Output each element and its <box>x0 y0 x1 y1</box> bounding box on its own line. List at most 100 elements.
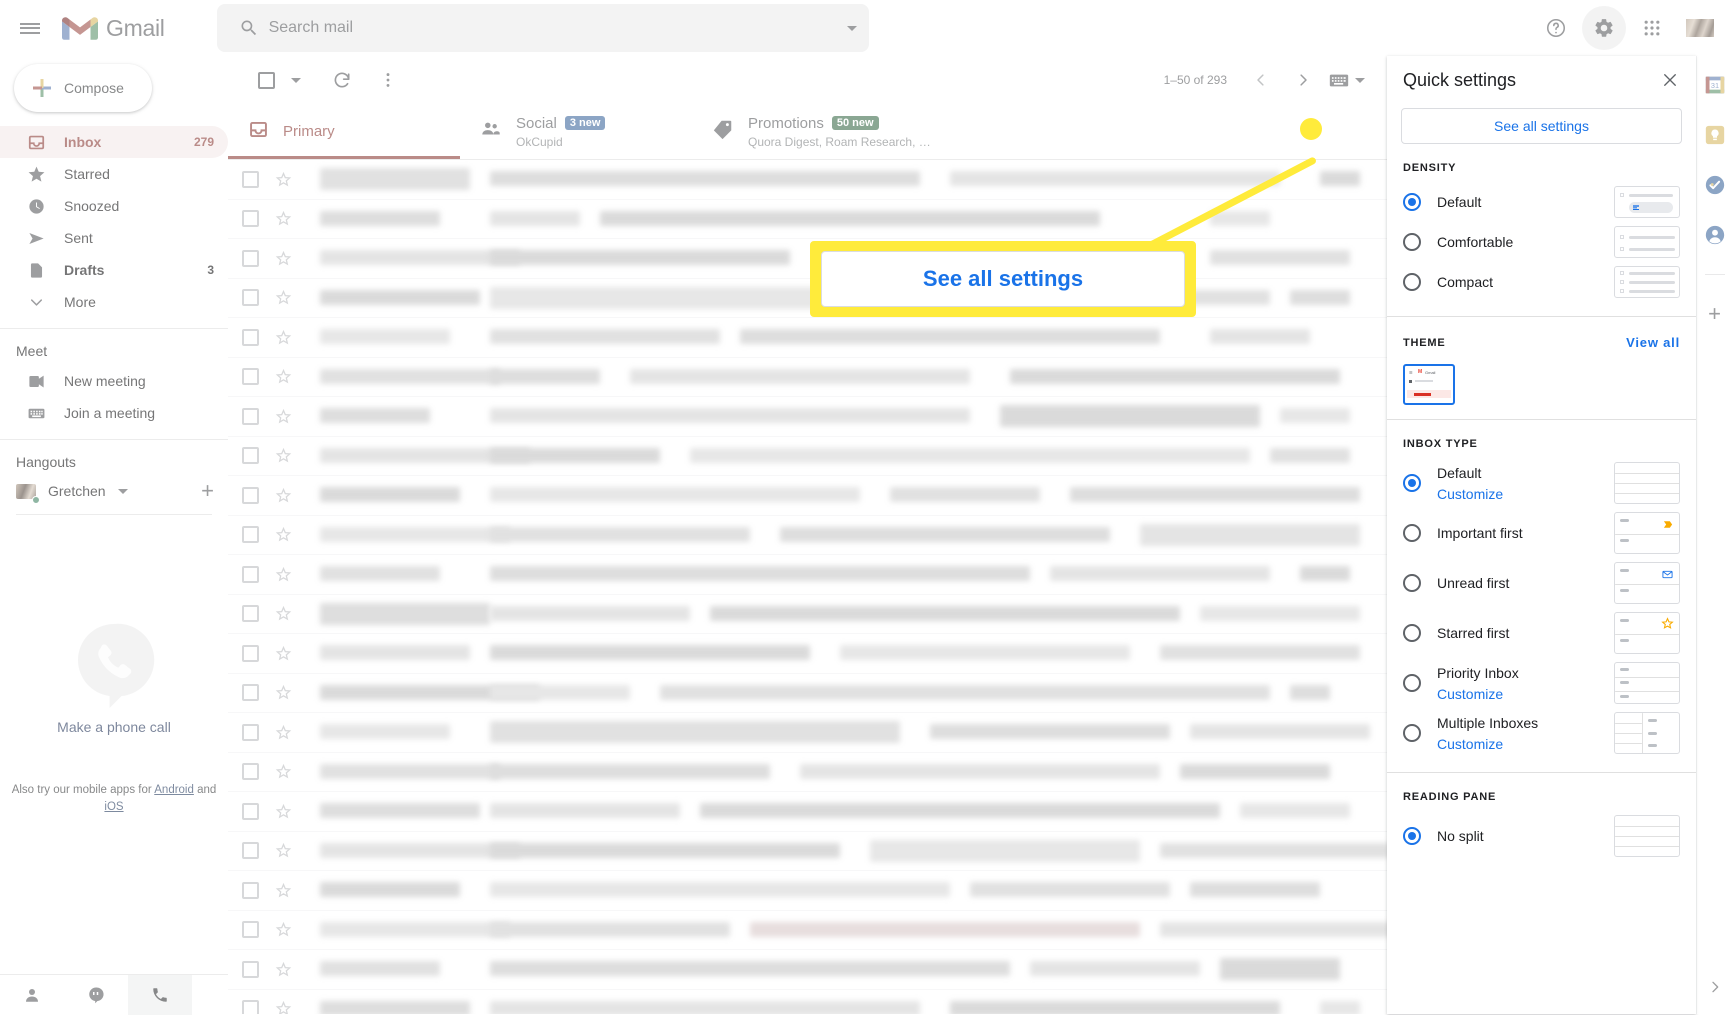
inbox-type-option-unread-first[interactable]: Unread first <box>1387 558 1696 608</box>
phone-icon[interactable] <box>128 975 192 1015</box>
hangouts-chevron-down-icon[interactable] <box>118 489 128 494</box>
chevron-right-icon[interactable] <box>1707 979 1723 1000</box>
density-option-default[interactable]: Default <box>1387 182 1696 222</box>
star-icon[interactable] <box>275 882 292 899</box>
table-row[interactable] <box>228 476 1387 516</box>
sidebar-item-starred[interactable]: Starred <box>0 158 228 190</box>
help-icon[interactable] <box>1534 6 1578 50</box>
theme-thumbnail-light[interactable]: ☰ M Gmail <box>1403 364 1455 405</box>
star-icon[interactable] <box>275 684 292 701</box>
close-icon[interactable] <box>1654 64 1686 96</box>
gear-icon[interactable] <box>1582 6 1626 50</box>
table-row[interactable] <box>228 200 1387 240</box>
radio-icon[interactable] <box>1403 193 1421 211</box>
gmail-logo[interactable]: Gmail <box>62 15 165 42</box>
radio-icon[interactable] <box>1403 273 1421 291</box>
chevron-left-icon[interactable] <box>1241 60 1281 100</box>
star-icon[interactable] <box>275 961 292 978</box>
row-checkbox[interactable] <box>242 1000 259 1014</box>
make-a-phone-call-link[interactable]: Make a phone call <box>0 719 228 735</box>
table-row[interactable] <box>228 358 1387 398</box>
radio-icon[interactable] <box>1403 233 1421 251</box>
table-row[interactable] <box>228 871 1387 911</box>
star-icon[interactable] <box>275 566 292 583</box>
star-icon[interactable] <box>275 803 292 820</box>
row-checkbox[interactable] <box>242 566 259 583</box>
table-row[interactable] <box>228 595 1387 635</box>
row-checkbox[interactable] <box>242 250 259 267</box>
annotation-callout-label[interactable]: See all settings <box>821 251 1185 307</box>
keyboard-icon[interactable] <box>1325 60 1353 100</box>
row-checkbox[interactable] <box>242 645 259 662</box>
row-checkbox[interactable] <box>242 210 259 227</box>
row-checkbox[interactable] <box>242 171 259 188</box>
star-icon[interactable] <box>275 526 292 543</box>
sidebar-item-snoozed[interactable]: Snoozed <box>0 190 228 222</box>
star-icon[interactable] <box>275 447 292 464</box>
star-icon[interactable] <box>275 289 292 306</box>
refresh-icon[interactable] <box>322 60 362 100</box>
radio-icon[interactable] <box>1403 674 1421 692</box>
keep-icon[interactable] <box>1704 124 1726 146</box>
compose-button[interactable]: Compose <box>14 64 152 112</box>
table-row[interactable] <box>228 397 1387 437</box>
tab-primary[interactable]: Primary <box>228 104 460 159</box>
tasks-icon[interactable] <box>1704 174 1726 196</box>
density-option-compact[interactable]: Compact <box>1387 262 1696 302</box>
input-tools-chevron-down-icon[interactable] <box>1355 78 1365 83</box>
radio-icon[interactable] <box>1403 624 1421 642</box>
radio-icon[interactable] <box>1403 524 1421 542</box>
table-row[interactable] <box>228 516 1387 556</box>
table-row[interactable] <box>228 318 1387 358</box>
row-checkbox[interactable] <box>242 684 259 701</box>
radio-icon[interactable] <box>1403 724 1421 742</box>
star-icon[interactable] <box>275 487 292 504</box>
table-row[interactable] <box>228 990 1387 1015</box>
radio-icon[interactable] <box>1403 474 1421 492</box>
inbox-type-option-default[interactable]: Default Customize <box>1387 458 1696 508</box>
google-apps-grid-icon[interactable] <box>1630 6 1674 50</box>
star-icon[interactable] <box>275 408 292 425</box>
row-checkbox[interactable] <box>242 605 259 622</box>
select-all-checkbox[interactable] <box>246 60 286 100</box>
customize-link[interactable]: Customize <box>1437 736 1614 752</box>
row-checkbox[interactable] <box>242 842 259 859</box>
star-icon[interactable] <box>275 368 292 385</box>
calendar-icon[interactable]: 31 <box>1704 74 1726 96</box>
sidebar-item-join-meeting[interactable]: Join a meeting <box>0 397 228 429</box>
inbox-type-option-priority-inbox[interactable]: Priority Inbox Customize <box>1387 658 1696 708</box>
ios-link[interactable]: iOS <box>104 801 123 813</box>
sidebar-item-sent[interactable]: Sent <box>0 222 228 254</box>
select-all-chevron-down-icon[interactable] <box>286 60 306 100</box>
avatar[interactable] <box>1678 6 1722 50</box>
table-row[interactable] <box>228 753 1387 793</box>
reading-pane-option-no-split[interactable]: No split <box>1387 811 1696 861</box>
tab-social[interactable]: Social 3 new OkCupid <box>460 104 692 159</box>
table-row[interactable] <box>228 437 1387 477</box>
sidebar-item-new-meeting[interactable]: New meeting <box>0 365 228 397</box>
more-vertical-icon[interactable] <box>368 60 408 100</box>
table-row[interactable] <box>228 160 1387 200</box>
search-input[interactable] <box>269 19 847 37</box>
row-checkbox[interactable] <box>242 447 259 464</box>
hangouts-add-icon[interactable]: + <box>201 480 214 502</box>
inbox-type-option-multiple-inboxes[interactable]: Multiple Inboxes Customize <box>1387 708 1696 758</box>
density-option-comfortable[interactable]: Comfortable <box>1387 222 1696 262</box>
table-row[interactable] <box>228 634 1387 674</box>
row-checkbox[interactable] <box>242 526 259 543</box>
customize-link[interactable]: Customize <box>1437 486 1614 502</box>
table-row[interactable] <box>228 792 1387 832</box>
star-icon[interactable] <box>275 210 292 227</box>
contacts-icon[interactable] <box>0 975 64 1015</box>
table-row[interactable] <box>228 713 1387 753</box>
table-row[interactable] <box>228 555 1387 595</box>
row-checkbox[interactable] <box>242 763 259 780</box>
star-icon[interactable] <box>275 921 292 938</box>
row-checkbox[interactable] <box>242 487 259 504</box>
star-icon[interactable] <box>275 763 292 780</box>
hangouts-icon[interactable] <box>64 975 128 1015</box>
star-icon[interactable] <box>275 250 292 267</box>
star-icon[interactable] <box>275 645 292 662</box>
sidebar-item-more[interactable]: More <box>0 286 228 318</box>
table-row[interactable] <box>228 279 1387 319</box>
